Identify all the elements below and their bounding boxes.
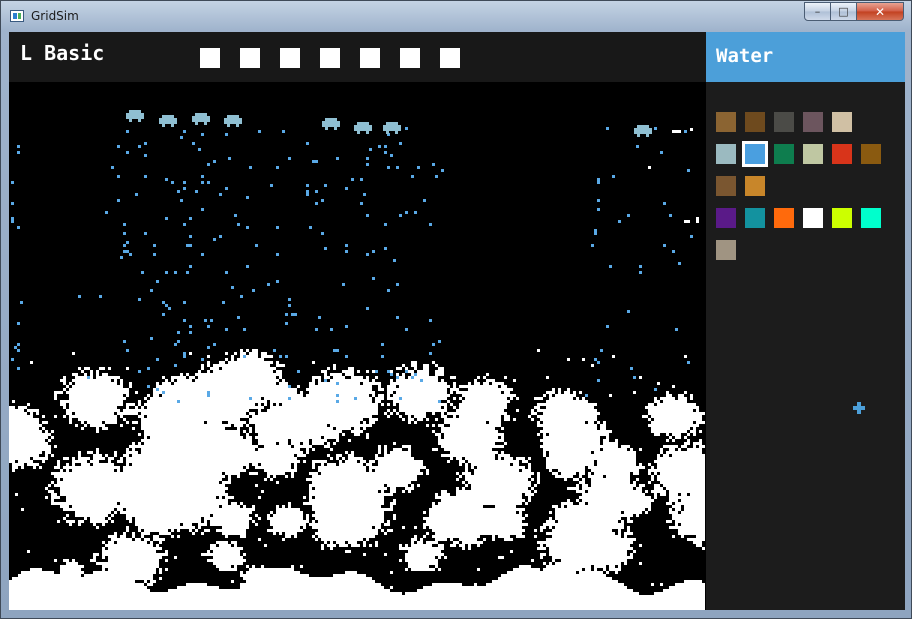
crosshair-cursor-icon — [853, 402, 865, 414]
material-swatch[interactable] — [716, 208, 736, 228]
water-droplets — [11, 127, 693, 403]
material-swatch[interactable] — [774, 144, 794, 164]
material-swatch[interactable] — [745, 176, 765, 196]
water-emitter — [192, 113, 210, 125]
top-toolbar: L Basic — [9, 32, 706, 82]
tool-slot-4[interactable] — [320, 48, 340, 68]
selected-material-name: Water — [716, 45, 774, 67]
material-swatch[interactable] — [832, 208, 852, 228]
window-title: GridSim — [31, 9, 79, 23]
tool-slot-3[interactable] — [280, 48, 300, 68]
water-emitter — [383, 122, 401, 134]
caption-buttons: – □ ✕ — [804, 2, 904, 21]
material-swatch[interactable] — [861, 208, 881, 228]
material-swatch[interactable] — [832, 112, 852, 132]
brush-mode-label[interactable]: L Basic — [20, 41, 104, 65]
material-swatch[interactable] — [745, 208, 765, 228]
material-swatch[interactable] — [716, 176, 736, 196]
water-emitter — [354, 122, 372, 134]
material-swatch[interactable] — [716, 144, 736, 164]
close-icon: ✕ — [874, 4, 886, 19]
minimize-button[interactable]: – — [804, 2, 831, 21]
water-emitter — [126, 110, 144, 122]
material-swatch[interactable] — [774, 208, 794, 228]
app-icon — [10, 10, 24, 22]
simulation-canvas[interactable] — [9, 82, 706, 610]
app-window: GridSim – □ ✕ L Basic Water — [0, 0, 912, 619]
material-swatch[interactable] — [803, 208, 823, 228]
water-emitter — [224, 115, 242, 127]
maximize-button[interactable]: □ — [831, 2, 857, 21]
solid-specks — [648, 128, 699, 223]
client-area: L Basic Water — [9, 32, 905, 610]
material-swatch[interactable] — [774, 112, 794, 132]
title-bar[interactable]: GridSim – □ ✕ — [1, 1, 911, 32]
water-emitter — [634, 125, 652, 137]
tool-slot-1[interactable] — [200, 48, 220, 68]
tool-slot-2[interactable] — [240, 48, 260, 68]
solid-mass — [9, 349, 705, 610]
material-swatch[interactable] — [832, 144, 852, 164]
material-panel: Water — [706, 32, 905, 610]
close-button[interactable]: ✕ — [857, 2, 904, 21]
material-swatch[interactable] — [742, 141, 768, 167]
water-cells — [11, 127, 693, 403]
tool-slots — [200, 48, 460, 68]
tool-slot-7[interactable] — [440, 48, 460, 68]
solid-cells — [9, 349, 705, 610]
selected-material-header: Water — [706, 32, 905, 82]
minimize-icon: – — [814, 5, 821, 18]
maximize-icon: □ — [838, 5, 849, 18]
tool-slot-6[interactable] — [400, 48, 420, 68]
emitter-cells — [126, 110, 652, 137]
material-swatch[interactable] — [803, 112, 823, 132]
material-swatch[interactable] — [716, 240, 736, 260]
tool-slot-5[interactable] — [360, 48, 380, 68]
water-emitter — [159, 115, 177, 127]
material-swatch[interactable] — [861, 144, 881, 164]
material-swatch[interactable] — [716, 112, 736, 132]
water-emitter — [322, 118, 340, 130]
simulation-grid[interactable] — [9, 82, 706, 610]
material-swatch[interactable] — [803, 144, 823, 164]
material-swatch[interactable] — [745, 112, 765, 132]
